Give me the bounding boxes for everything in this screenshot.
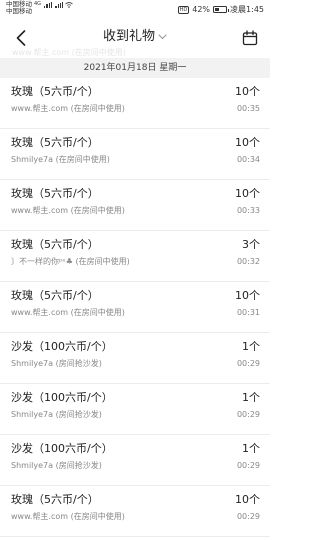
faded-overflow-text: www.帮主.com (在房间中使用) bbox=[12, 48, 126, 57]
gift-sender: Shmilye7a (房间抢沙发) bbox=[11, 359, 102, 368]
gift-name: 玫瑰（5六币/个） bbox=[11, 136, 99, 149]
gift-time: 00:29 bbox=[236, 359, 260, 368]
gift-time: 00:29 bbox=[236, 461, 260, 470]
list-item[interactable]: 沙发（100六币/个） Shmilye7a (房间抢沙发) 1个 00:29 bbox=[0, 384, 270, 435]
calendar-icon bbox=[242, 30, 258, 46]
gift-name: 玫瑰（5六币/个） bbox=[11, 289, 99, 302]
list-item[interactable]: 玫瑰（5六币/个） www.帮主.com (在房间中使用) 10个 00:35 bbox=[0, 78, 270, 129]
gift-name: 玫瑰（5六币/个） bbox=[11, 187, 99, 200]
wifi-icon bbox=[65, 1, 74, 8]
gift-time: 00:32 bbox=[236, 257, 260, 266]
gift-count: 3个 bbox=[242, 238, 260, 251]
signal-icon bbox=[44, 1, 53, 8]
gift-count: 10个 bbox=[235, 493, 260, 506]
carrier-info: 中国移动 4G 中国移动 bbox=[6, 1, 74, 15]
gift-name: 沙发（100六币/个） bbox=[11, 391, 113, 404]
gift-time: 00:29 bbox=[236, 512, 260, 521]
date-header: 2021年01月18日 星期一 bbox=[0, 58, 270, 78]
gift-sender: www.帮主.com (在房间中使用) bbox=[11, 104, 125, 113]
gift-sender: Shmilye7a (房间抢沙发) bbox=[11, 461, 102, 470]
network-type: 4G bbox=[34, 1, 42, 7]
list-item[interactable]: 沙发（100六币/个） Shmilye7a (房间抢沙发) 1个 00:29 bbox=[0, 435, 270, 486]
gift-name: 沙发（100六币/个） bbox=[11, 442, 113, 455]
gift-count: 10个 bbox=[235, 187, 260, 200]
gift-count: 10个 bbox=[235, 136, 260, 149]
gift-count: 1个 bbox=[242, 340, 260, 353]
gift-sender: Shmilye7a (在房间中使用) bbox=[11, 155, 110, 164]
list-item[interactable]: 沙发（100六币/个） Shmilye7a (房间抢沙发) 1个 00:29 bbox=[0, 333, 270, 384]
gift-time: 00:33 bbox=[236, 206, 260, 215]
page-title: 收到礼物 bbox=[102, 29, 155, 44]
gift-sender: 〕不一样的你ᵖᵉ♣ (在房间中使用) bbox=[11, 257, 130, 266]
list-item[interactable]: 玫瑰（5六币/个） www.帮主.com (在房间中使用) 10个 00:31 bbox=[0, 282, 270, 333]
gift-count: 10个 bbox=[235, 289, 260, 302]
battery-percent: 42% bbox=[192, 5, 211, 14]
gift-count: 10个 bbox=[235, 85, 260, 98]
gift-time: 00:35 bbox=[236, 104, 260, 113]
signal-icon-2 bbox=[55, 1, 64, 8]
gift-name: 玫瑰（5六币/个） bbox=[11, 493, 99, 506]
list-item[interactable]: 玫瑰（5六币/个） www.帮主.com (在房间中使用) 10个 00:33 bbox=[0, 180, 270, 231]
list-item[interactable]: 玫瑰（5六币/个） Shmilye7a (在房间中使用) 10个 00:34 bbox=[0, 129, 270, 180]
gift-sender: www.帮主.com (在房间中使用) bbox=[11, 308, 125, 317]
gift-sender: www.帮主.com (在房间中使用) bbox=[11, 206, 125, 215]
list-item[interactable]: 玫瑰（5六币/个） www.帮主.com (在房间中使用) 10个 00:29 bbox=[0, 486, 270, 537]
carrier-2: 中国移动 bbox=[6, 7, 32, 15]
title-dropdown[interactable]: 收到礼物 bbox=[103, 28, 167, 46]
gift-count: 1个 bbox=[242, 391, 260, 404]
gift-name: 玫瑰（5六币/个） bbox=[11, 238, 99, 251]
gift-sender: Shmilye7a (房间抢沙发) bbox=[11, 410, 102, 419]
clock: 凌晨1:45 bbox=[230, 5, 264, 14]
battery-icon bbox=[213, 6, 230, 13]
status-bar: 中国移动 4G 中国移动 HD 42% 凌晨1:45 bbox=[0, 0, 270, 18]
gift-list: 玫瑰（5六币/个） www.帮主.com (在房间中使用) 10个 00:35 … bbox=[0, 78, 270, 537]
gift-sender: www.帮主.com (在房间中使用) bbox=[11, 512, 125, 521]
gift-name: 玫瑰（5六币/个） bbox=[11, 85, 99, 98]
gift-time: 00:29 bbox=[236, 410, 260, 419]
gift-time: 00:31 bbox=[236, 308, 260, 317]
gift-time: 00:34 bbox=[236, 155, 260, 164]
calendar-button[interactable] bbox=[240, 28, 260, 48]
chevron-down-icon bbox=[158, 34, 167, 40]
hd-badge: HD bbox=[177, 5, 190, 14]
list-item[interactable]: 玫瑰（5六币/个） 〕不一样的你ᵖᵉ♣ (在房间中使用) 3个 00:32 bbox=[0, 231, 270, 282]
gift-name: 沙发（100六币/个） bbox=[11, 340, 113, 353]
gift-count: 1个 bbox=[242, 442, 260, 455]
